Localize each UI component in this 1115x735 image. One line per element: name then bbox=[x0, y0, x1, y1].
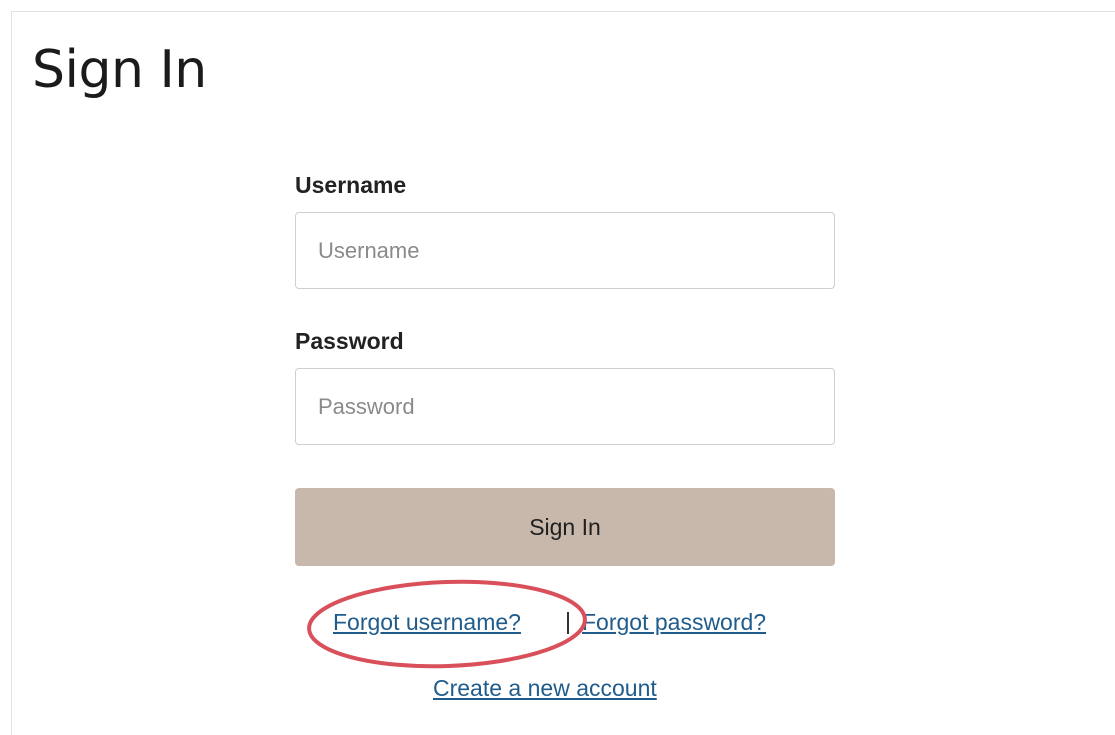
forgot-password-link[interactable]: Forgot password? bbox=[582, 608, 766, 636]
sign-in-panel: Sign In Username Password Sign In Forgot… bbox=[11, 11, 1115, 735]
sign-in-button[interactable]: Sign In bbox=[295, 488, 835, 566]
recovery-links: Forgot username? Forgot password? bbox=[295, 608, 835, 638]
forgot-username-link[interactable]: Forgot username? bbox=[333, 608, 521, 636]
page: Sign In Username Password Sign In Forgot… bbox=[0, 0, 1115, 735]
create-account-link[interactable]: Create a new account bbox=[433, 674, 657, 702]
password-label: Password bbox=[295, 328, 404, 354]
password-input[interactable] bbox=[295, 368, 835, 445]
username-input[interactable] bbox=[295, 212, 835, 289]
link-separator bbox=[567, 612, 569, 634]
page-title: Sign In bbox=[32, 40, 207, 100]
username-label: Username bbox=[295, 172, 407, 198]
